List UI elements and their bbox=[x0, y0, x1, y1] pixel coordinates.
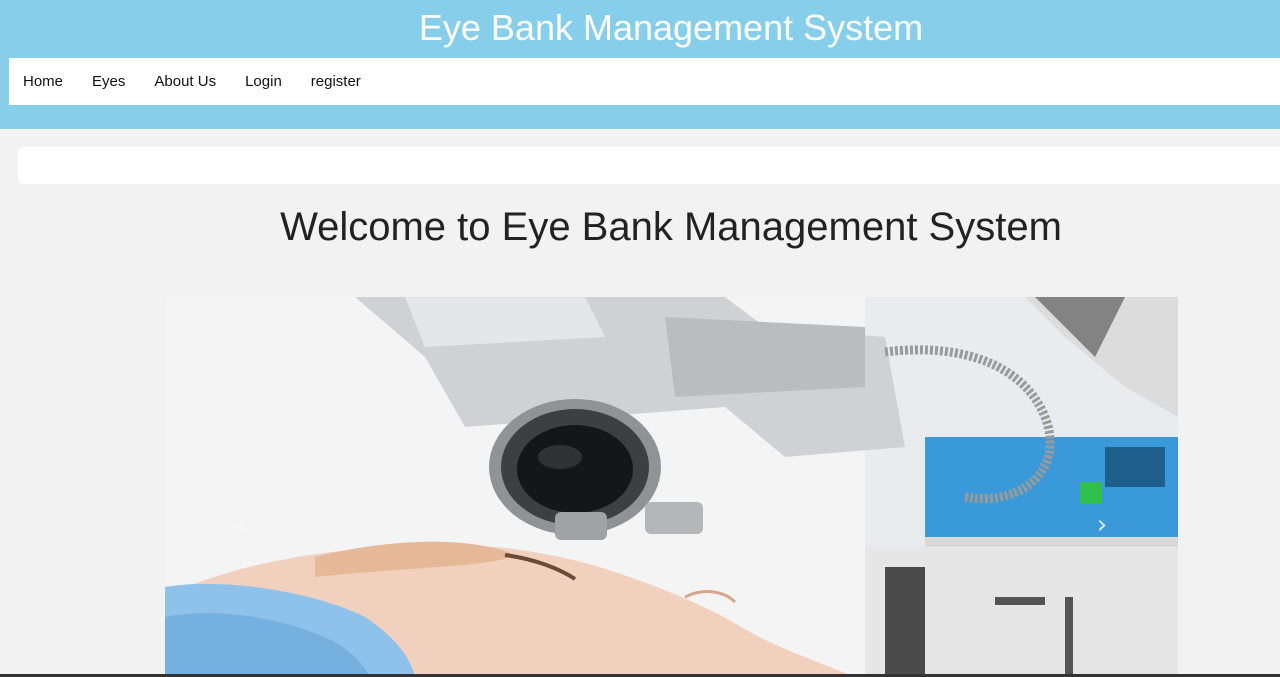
nav-eyes[interactable]: Eyes bbox=[78, 73, 140, 90]
nav-about-us[interactable]: About Us bbox=[140, 73, 231, 90]
nav-login[interactable]: Login bbox=[231, 73, 297, 90]
breadcrumb-bar bbox=[18, 147, 1280, 184]
eye-exam-photo bbox=[165, 297, 1178, 677]
site-title: Eye Bank Management System bbox=[418, 7, 924, 48]
nav-home[interactable]: Home bbox=[9, 73, 78, 90]
chevron-left-icon[interactable]: ‹ bbox=[226, 505, 256, 545]
main-navbar: Home Eyes About Us Login register bbox=[9, 58, 1280, 105]
image-carousel[interactable] bbox=[165, 297, 1178, 677]
page-heading: Welcome to Eye Bank Management System bbox=[280, 205, 1062, 249]
nav-register[interactable]: register bbox=[296, 73, 375, 90]
chevron-right-icon[interactable]: › bbox=[1087, 505, 1117, 545]
site-header: Eye Bank Management System Home Eyes Abo… bbox=[0, 0, 1280, 129]
